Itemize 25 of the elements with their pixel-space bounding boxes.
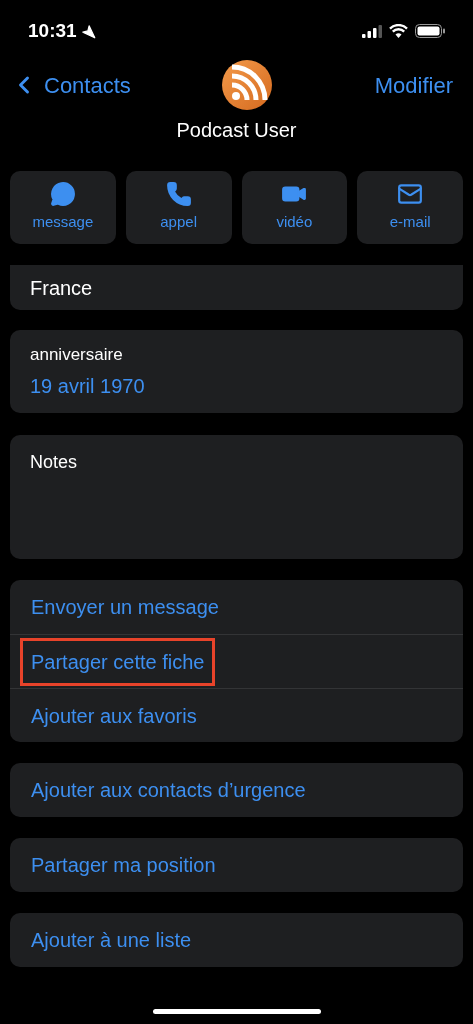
wifi-icon — [389, 24, 408, 38]
action-link[interactable]: Ajouter aux favoris — [20, 691, 208, 740]
birthday-label: anniversaire — [30, 343, 124, 366]
quick-action-button[interactable]: appel — [125, 171, 232, 244]
quick-action-button[interactable]: vidéo — [241, 171, 348, 244]
action-link[interactable]: Partager cette fiche — [20, 637, 216, 686]
back-button[interactable]: Contacts — [10, 68, 131, 102]
location-arrow-icon — [80, 23, 96, 39]
action-link[interactable]: Ajouter aux contacts d’urgence — [20, 766, 317, 814]
action-link[interactable]: Envoyer un message — [20, 583, 230, 631]
battery-icon — [415, 24, 445, 38]
address-value: France — [30, 275, 93, 301]
rss-avatar-icon — [221, 60, 272, 110]
notes-label: Notes — [30, 452, 78, 472]
signal-icon — [362, 24, 382, 38]
quick-action-button[interactable]: e-mail — [357, 171, 463, 244]
action-link[interactable]: Ajouter à une liste — [20, 916, 203, 964]
action-link[interactable]: Partager ma position — [20, 841, 227, 889]
contact-name: Podcast User — [176, 118, 297, 143]
phone-icon — [165, 181, 192, 208]
quick-action-button[interactable]: message — [10, 171, 116, 244]
speech-bubble-icon — [49, 181, 76, 208]
birthday-date[interactable]: 19 avril 1970 — [30, 371, 443, 402]
status-time: 10:31 — [28, 18, 77, 43]
edit-button[interactable]: Modifier — [363, 68, 463, 102]
